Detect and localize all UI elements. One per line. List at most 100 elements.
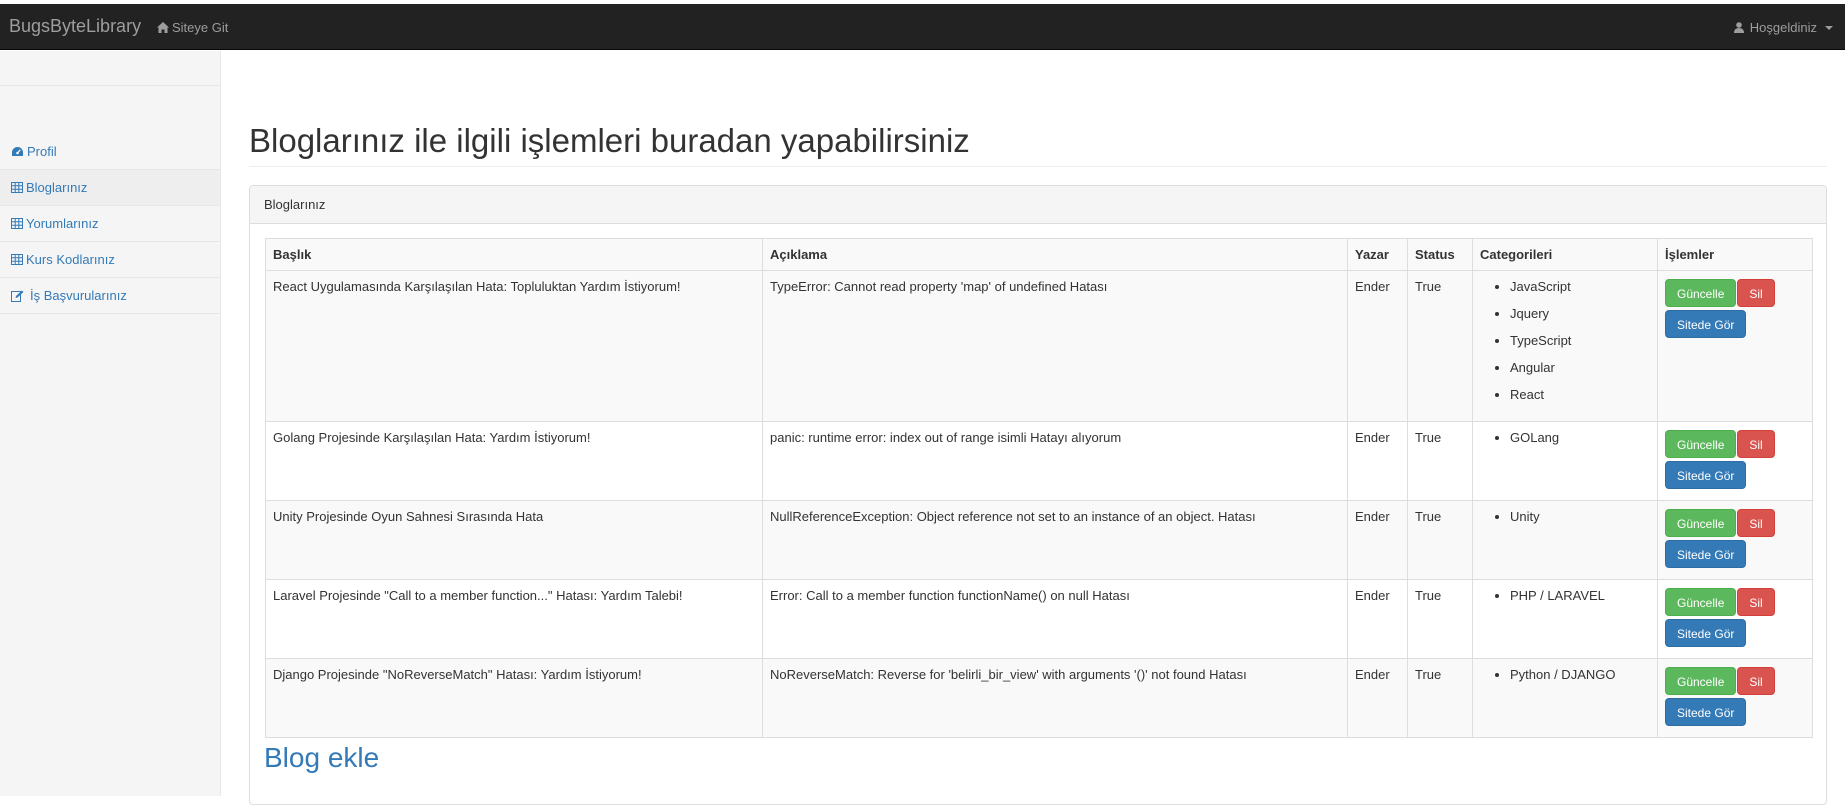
cell-title: Golang Projesinde Karşılaşılan Hata: Yar…	[265, 421, 763, 501]
category-list: GOLang	[1480, 430, 1650, 445]
cell-categories: JavaScript Jquery TypeScript Angular Rea…	[1472, 270, 1658, 422]
cell-description: NullReferenceException: Object reference…	[762, 500, 1348, 580]
category-item: Unity	[1510, 509, 1650, 524]
sidebar: Profil Bloglarınız Yorumlarınız Kurs Kod…	[0, 51, 221, 796]
user-icon	[1733, 22, 1744, 33]
table-row: Golang Projesinde Karşılaşılan Hata: Yar…	[265, 421, 1813, 501]
update-button[interactable]: Güncelle	[1665, 509, 1737, 537]
table-row: Unity Projesinde Oyun Sahnesi Sırasında …	[265, 500, 1813, 580]
category-item: React	[1510, 387, 1650, 402]
delete-button[interactable]: Sil	[1737, 588, 1775, 616]
cell-actions: Güncelle Sil Sitede Gör	[1657, 579, 1813, 659]
table-header-row: Başlık Açıklama Yazar Status Categoriler…	[265, 238, 1813, 271]
table-icon	[11, 254, 23, 265]
page-title: Bloglarınız ile ilgili işlemleri buradan…	[249, 122, 970, 159]
table-row: Laravel Projesinde "Call to a member fun…	[265, 579, 1813, 659]
top-navbar: BugsByteLibrary Siteye Git Hoşgeldiniz	[0, 4, 1845, 50]
sidebar-item-label: Kurs Kodlarınız	[26, 252, 115, 267]
category-item: GOLang	[1510, 430, 1650, 445]
cell-author: Ender	[1347, 658, 1408, 738]
chevron-down-icon	[1825, 25, 1833, 30]
panel-heading: Bloglarınız	[250, 186, 1826, 224]
update-button[interactable]: Güncelle	[1665, 667, 1737, 695]
title-divider	[249, 166, 1827, 167]
cell-status: True	[1407, 500, 1473, 580]
cell-title: Laravel Projesinde "Call to a member fun…	[265, 579, 763, 659]
cell-categories: GOLang	[1472, 421, 1658, 501]
category-item: TypeScript	[1510, 333, 1650, 348]
category-item: Python / DJANGO	[1510, 667, 1650, 682]
cell-description: TypeError: Cannot read property 'map' of…	[762, 270, 1348, 422]
user-menu[interactable]: Hoşgeldiniz	[1733, 20, 1833, 35]
blog-add-heading[interactable]: Blog ekle	[264, 742, 379, 774]
cell-description: panic: runtime error: index out of range…	[762, 421, 1348, 501]
table-row: Django Projesinde "NoReverseMatch" Hatas…	[265, 658, 1813, 738]
category-list: PHP / LARAVEL	[1480, 588, 1650, 603]
column-header: Status	[1407, 238, 1473, 271]
sidebar-item-label: İş Başvurularınız	[30, 288, 127, 303]
delete-button[interactable]: Sil	[1737, 667, 1775, 695]
cell-status: True	[1407, 270, 1473, 422]
column-header: Açıklama	[762, 238, 1348, 271]
cell-description: Error: Call to a member function functio…	[762, 579, 1348, 659]
view-on-site-button[interactable]: Sitede Gör	[1665, 698, 1747, 726]
site-link-label: Siteye Git	[172, 20, 229, 35]
delete-button[interactable]: Sil	[1737, 279, 1775, 307]
edit-icon	[11, 290, 24, 302]
delete-button[interactable]: Sil	[1737, 430, 1775, 458]
blogs-panel: Bloglarınız Başlık Açıklama Yazar Status…	[249, 185, 1827, 805]
table-row: React Uygulamasında Karşılaşılan Hata: T…	[265, 270, 1813, 422]
sidebar-item-job-applications[interactable]: İş Başvurularınız	[0, 278, 220, 314]
cell-categories: Python / DJANGO	[1472, 658, 1658, 738]
category-item: JavaScript	[1510, 279, 1650, 294]
view-on-site-button[interactable]: Sitede Gör	[1665, 310, 1747, 338]
sidebar-item-blogs[interactable]: Bloglarınız	[0, 170, 220, 206]
cell-author: Ender	[1347, 579, 1408, 659]
table-icon	[11, 182, 23, 193]
cell-actions: Güncelle Sil Sitede Gör	[1657, 658, 1813, 738]
column-header: Categorileri	[1472, 238, 1658, 271]
home-icon	[157, 22, 169, 33]
cell-categories: PHP / LARAVEL	[1472, 579, 1658, 659]
category-item: Jquery	[1510, 306, 1650, 321]
dashboard-icon	[12, 147, 23, 156]
cell-description: NoReverseMatch: Reverse for 'belirli_bir…	[762, 658, 1348, 738]
update-button[interactable]: Güncelle	[1665, 279, 1737, 307]
category-list: JavaScript Jquery TypeScript Angular Rea…	[1480, 279, 1650, 402]
blogs-table: Başlık Açıklama Yazar Status Categoriler…	[265, 238, 1813, 738]
cell-actions: Güncelle Sil Sitede Gör	[1657, 270, 1813, 422]
cell-author: Ender	[1347, 270, 1408, 422]
sidebar-item-comments[interactable]: Yorumlarınız	[0, 206, 220, 242]
brand-link[interactable]: BugsByteLibrary	[9, 16, 141, 37]
table-icon	[11, 218, 23, 229]
cell-status: True	[1407, 579, 1473, 659]
sidebar-item-label: Yorumlarınız	[26, 216, 99, 231]
cell-categories: Unity	[1472, 500, 1658, 580]
column-header: Yazar	[1347, 238, 1408, 271]
cell-actions: Güncelle Sil Sitede Gör	[1657, 500, 1813, 580]
view-on-site-button[interactable]: Sitede Gör	[1665, 461, 1747, 489]
sidebar-item-course-codes[interactable]: Kurs Kodlarınız	[0, 242, 220, 278]
cell-title: Unity Projesinde Oyun Sahnesi Sırasında …	[265, 500, 763, 580]
view-on-site-button[interactable]: Sitede Gör	[1665, 619, 1747, 647]
sidebar-item-label: Bloglarınız	[26, 180, 88, 195]
cell-author: Ender	[1347, 421, 1408, 501]
delete-button[interactable]: Sil	[1737, 509, 1775, 537]
cell-title: Django Projesinde "NoReverseMatch" Hatas…	[265, 658, 763, 738]
category-item: PHP / LARAVEL	[1510, 588, 1650, 603]
update-button[interactable]: Güncelle	[1665, 430, 1737, 458]
view-on-site-button[interactable]: Sitede Gör	[1665, 540, 1747, 568]
update-button[interactable]: Güncelle	[1665, 588, 1737, 616]
site-link[interactable]: Siteye Git	[157, 20, 228, 35]
cell-actions: Güncelle Sil Sitede Gör	[1657, 421, 1813, 501]
category-list: Python / DJANGO	[1480, 667, 1650, 682]
sidebar-item-profile[interactable]: Profil	[0, 134, 220, 170]
column-header: İşlemler	[1657, 238, 1813, 271]
cell-title: React Uygulamasında Karşılaşılan Hata: T…	[265, 270, 763, 422]
category-list: Unity	[1480, 509, 1650, 524]
sidebar-item-label: Profil	[27, 144, 57, 159]
column-header: Başlık	[265, 238, 763, 271]
user-menu-label: Hoşgeldiniz	[1749, 20, 1817, 35]
cell-author: Ender	[1347, 500, 1408, 580]
cell-status: True	[1407, 658, 1473, 738]
